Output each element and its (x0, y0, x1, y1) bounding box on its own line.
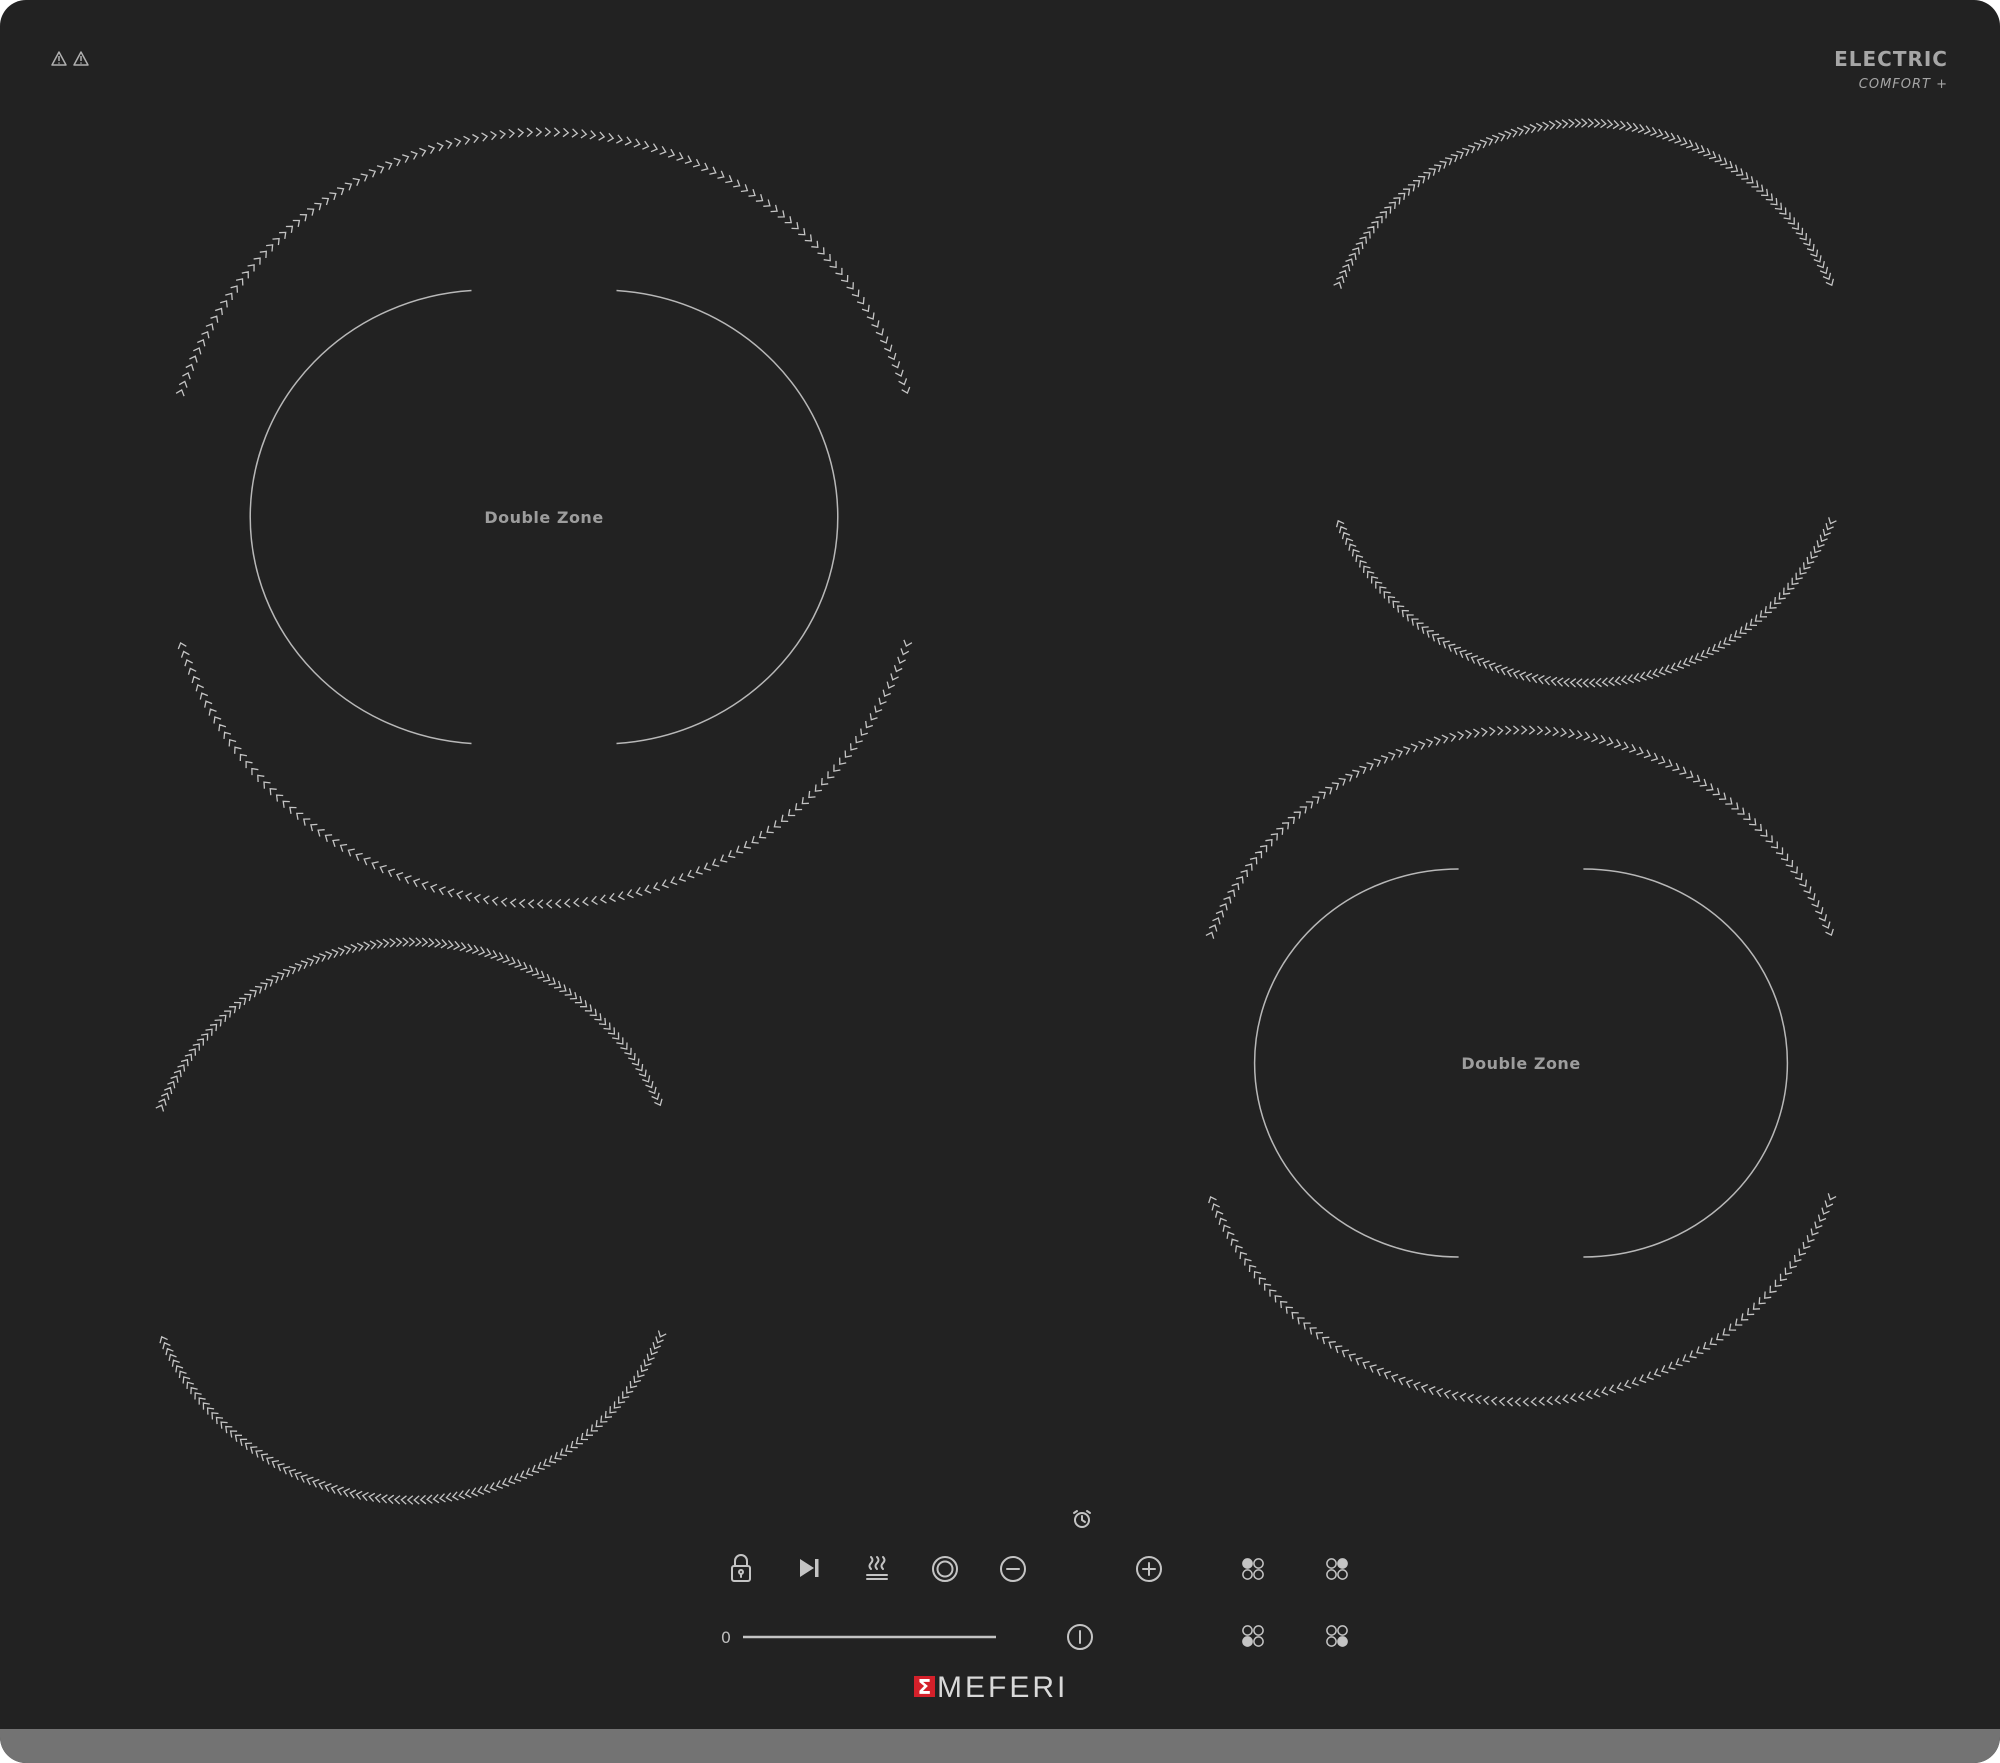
zone-selector-group (1242, 1558, 1348, 1647)
zone-select-front-right-icon[interactable] (1326, 1625, 1348, 1647)
zone-front-right (1333, 118, 1837, 688)
zone-back-left (155, 937, 667, 1505)
zone-label-front-left: Double Zone (484, 508, 603, 527)
power-icon[interactable] (1067, 1624, 1093, 1650)
svg-text:Σ: Σ (918, 1675, 932, 1699)
hot-surface-warning-icon (73, 51, 89, 66)
heating-ring-arc (1333, 118, 1835, 289)
plus-icon[interactable] (1136, 1556, 1162, 1582)
heating-ring-arc (1335, 517, 1837, 688)
warning-icons (51, 51, 89, 66)
zone-circle-icon[interactable] (932, 1556, 958, 1582)
skip-icon[interactable] (800, 1559, 819, 1577)
lock-icon[interactable] (731, 1554, 751, 1582)
heating-ring-arc (1205, 725, 1834, 939)
heating-ring-arc (159, 1330, 667, 1505)
zone-select-back-right-icon[interactable] (1326, 1558, 1348, 1580)
warning-icon (51, 51, 67, 66)
timer-icon[interactable] (1073, 1510, 1091, 1528)
front-edge-trim (0, 1729, 2000, 1763)
meferi-logo: Σ MEFERI (914, 1671, 1068, 1704)
zone-select-front-left-icon[interactable] (1242, 1625, 1264, 1647)
zone-label-back-right: Double Zone (1461, 1054, 1580, 1073)
heating-ring-arc (175, 127, 911, 397)
heating-ring-arc (177, 639, 913, 909)
cooktop-glass-surface: ELECTRIC COMFORT + Double Zone Double Zo… (0, 0, 2000, 1763)
zone-select-back-left-icon[interactable] (1242, 1558, 1264, 1580)
heating-ring-arc (1208, 1193, 1837, 1407)
heat-icon[interactable] (866, 1556, 888, 1580)
brand-series-label: ELECTRIC (1834, 47, 1948, 71)
brand-logo-text: MEFERI (937, 1671, 1068, 1704)
heating-ring-arc (155, 937, 663, 1112)
brand-sub-label: COMFORT + (1859, 77, 1948, 92)
minus-icon[interactable] (1000, 1556, 1026, 1582)
slider-min-label: 0 (721, 1628, 731, 1647)
cooking-zones (155, 118, 1837, 1505)
